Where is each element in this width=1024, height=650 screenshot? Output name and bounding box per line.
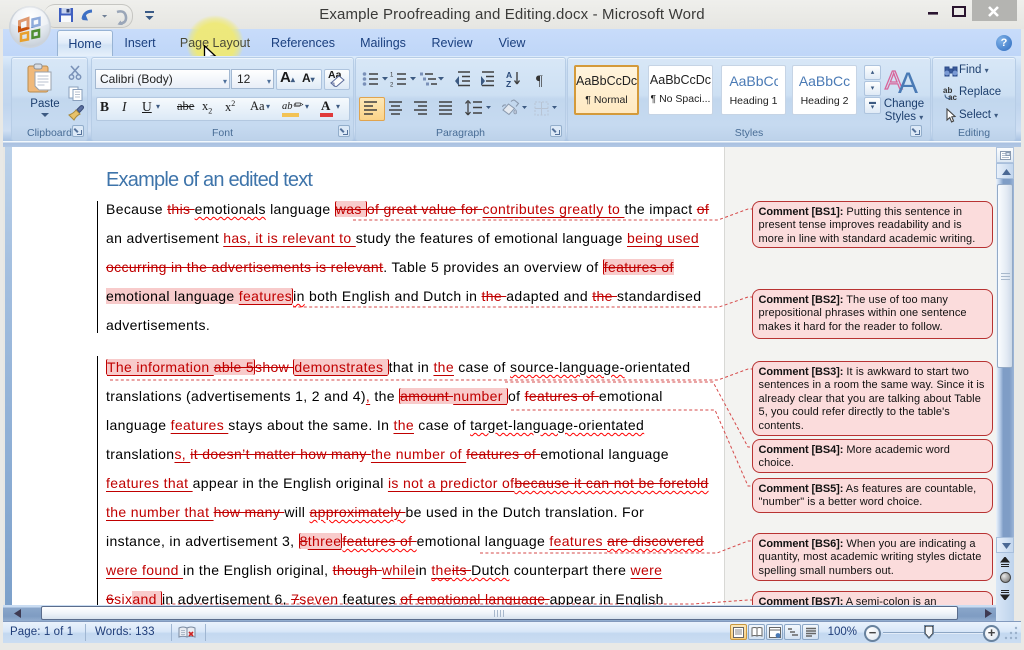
svg-text:Z: Z <box>506 79 511 89</box>
svg-text:¶: ¶ <box>536 73 543 89</box>
svg-text:1: 1 <box>390 73 394 79</box>
svg-text:2: 2 <box>390 83 394 89</box>
svg-text:A: A <box>898 67 918 97</box>
